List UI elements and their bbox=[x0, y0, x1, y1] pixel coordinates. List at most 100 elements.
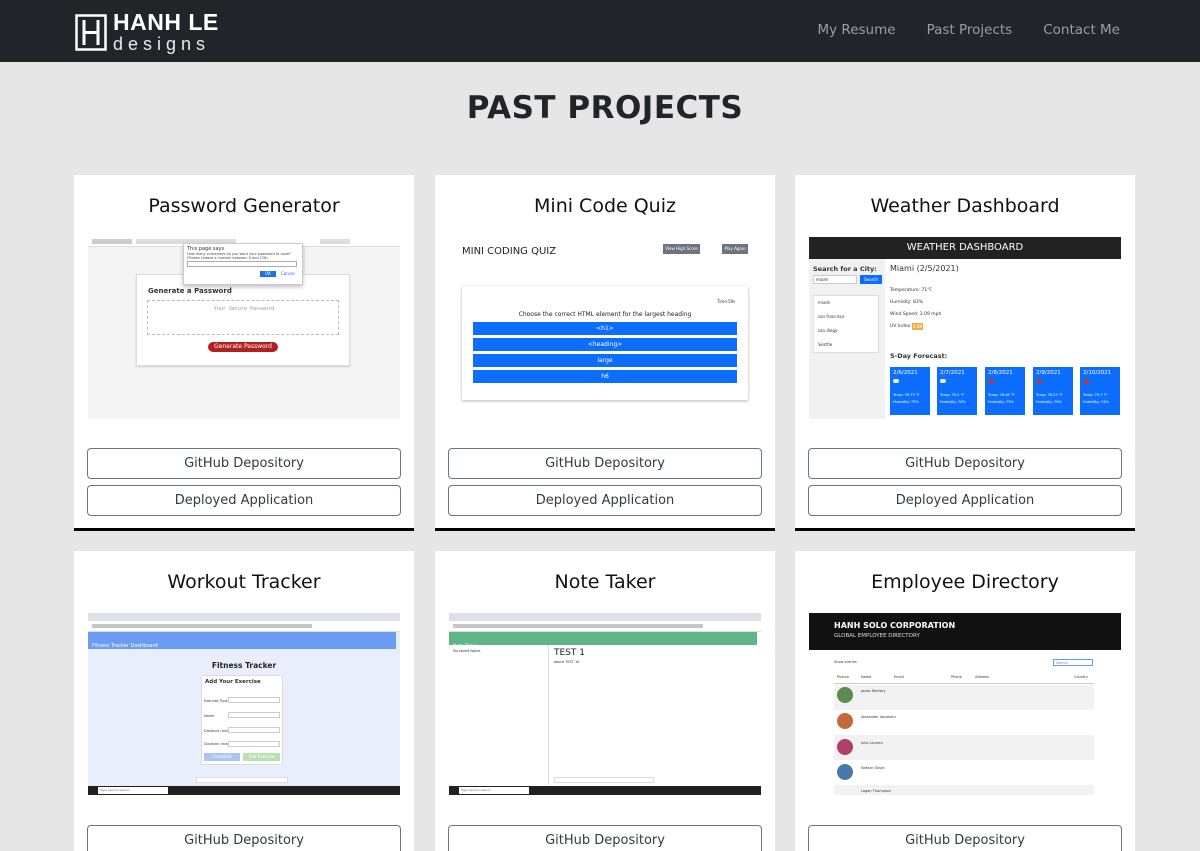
column-header: Email bbox=[894, 675, 904, 679]
forecast-card: 2/7/2021 Temp: 79.2 °F Humidity: 70% bbox=[937, 367, 977, 415]
project-card-mini-code-quiz: Mini Code Quiz MINI CODING QUIZ View Hig… bbox=[435, 175, 775, 531]
column-header: Name bbox=[861, 675, 872, 679]
app-bar: Fitness Tracker Dashboard bbox=[88, 632, 396, 649]
note-title: TEST 1 bbox=[554, 648, 585, 658]
current-humidity: Humidity: 83% bbox=[890, 300, 924, 305]
prompt-ok: OK bbox=[260, 271, 276, 277]
employee-name: Julia Laurent bbox=[861, 741, 883, 745]
field-label: Exercise Type bbox=[204, 699, 228, 703]
column-header: Country bbox=[1074, 675, 1088, 679]
project-screenshot: MINI CODING QUIZ View High Score Play Ag… bbox=[449, 237, 761, 419]
employee-name: Logan Thompson bbox=[861, 789, 892, 793]
nav-my-resume[interactable]: My Resume bbox=[818, 22, 896, 38]
project-card-workout-tracker: Workout Tracker Fitness Tracker Dashboar… bbox=[74, 551, 414, 851]
card-title: Mini Code Quiz bbox=[534, 195, 676, 217]
github-button[interactable]: GitHub Depository bbox=[87, 825, 401, 851]
card-title: Password Generator bbox=[148, 195, 340, 217]
city-item: Seattle bbox=[818, 342, 833, 347]
city-item: miami bbox=[818, 300, 831, 305]
project-screenshot: Fitness Tracker Dashboard Fitness Tracke… bbox=[88, 613, 400, 795]
quiz-heading: MINI CODING QUIZ bbox=[462, 246, 557, 257]
github-button[interactable]: GitHub Depository bbox=[448, 825, 762, 851]
column-header: Phone bbox=[951, 675, 962, 679]
uv-value: 4.88 bbox=[912, 323, 923, 330]
weather-banner: WEATHER DASHBOARD bbox=[809, 237, 1121, 259]
generate-password-button: Generate Password bbox=[208, 342, 278, 352]
table-row bbox=[834, 760, 1094, 785]
forecast-label: 5-Day Forecast: bbox=[890, 352, 948, 360]
password-placeholder: Your Secure Password bbox=[213, 306, 275, 312]
answer-2: <heading> bbox=[473, 338, 737, 351]
add-exercise-button: Add Exercise bbox=[243, 753, 280, 761]
project-card-weather-dashboard: Weather Dashboard WEATHER DASHBOARD Sear… bbox=[795, 175, 1135, 531]
employee-name: Alexander Abraham bbox=[861, 715, 896, 719]
current-uv: UV Index: bbox=[890, 324, 912, 329]
nav-contact-me[interactable]: Contact Me bbox=[1043, 22, 1120, 38]
note-body: about TEST 1K bbox=[554, 660, 580, 664]
taskbar-search: Type here to search bbox=[459, 787, 529, 794]
answer-4: h6 bbox=[473, 370, 737, 383]
company-name: HANH SOLO CORPORATION bbox=[834, 621, 956, 630]
project-screenshot: WEATHER DASHBOARD Search for a City: mia… bbox=[809, 237, 1121, 419]
avatar bbox=[837, 713, 853, 729]
field-label: Name bbox=[204, 714, 215, 718]
show-entries: Show entries bbox=[834, 660, 857, 664]
project-screenshot: Note Taker No saved Notes TEST 1 about T… bbox=[449, 613, 761, 795]
employee-name: Nathan Singh bbox=[861, 766, 885, 770]
notes-sidebar: No saved Notes bbox=[453, 649, 481, 653]
card-title: Note Taker bbox=[554, 571, 656, 593]
view-high-score: View High Score bbox=[663, 244, 700, 254]
brand-subtitle: designs bbox=[113, 34, 211, 54]
city-item: san francisco bbox=[818, 314, 845, 319]
card-title: Workout Tracker bbox=[167, 571, 321, 593]
avatar bbox=[837, 764, 853, 780]
github-button[interactable]: GitHub Depository bbox=[808, 825, 1122, 851]
avatar bbox=[837, 739, 853, 755]
github-button[interactable]: GitHub Depository bbox=[87, 448, 401, 479]
play-again: Play Again bbox=[722, 244, 748, 254]
form-title: Add Your Exercise bbox=[205, 679, 261, 685]
project-screenshot: Generate a Password Your Secure Password… bbox=[88, 237, 400, 419]
nav-links: My Resume Past Projects Contact Me bbox=[818, 22, 1121, 38]
column-header: Picture bbox=[837, 675, 850, 679]
brand-logo[interactable]: HANH LE designs bbox=[75, 11, 219, 53]
deployed-application-button[interactable]: Deployed Application bbox=[87, 485, 401, 516]
prompt-cancel: Cancel bbox=[281, 271, 295, 276]
directory-search: Search bbox=[1053, 659, 1093, 666]
table-row bbox=[834, 710, 1094, 735]
app-bar: Note Taker bbox=[449, 632, 757, 649]
logo-icon bbox=[75, 13, 107, 51]
fitness-heading: Fitness Tracker bbox=[211, 661, 277, 670]
company-subtitle: GLOBAL EMPLOYEE DIRECTORY bbox=[834, 633, 920, 639]
current-city: Miami (2/5/2021) bbox=[890, 264, 959, 273]
forecast-card: 2/9/2021 Temp: 76.23 °F Humidity: 79% bbox=[1033, 367, 1073, 415]
deployed-application-button[interactable]: Deployed Application bbox=[808, 485, 1122, 516]
project-screenshot: HANH SOLO CORPORATION GLOBAL EMPLOYEE DI… bbox=[809, 613, 1121, 795]
project-card-employee-directory: Employee Directory HANH SOLO CORPORATION… bbox=[795, 551, 1135, 851]
search-field: miami bbox=[813, 275, 857, 284]
search-label: Search for a City: bbox=[813, 265, 877, 273]
card-title: Weather Dashboard bbox=[870, 195, 1060, 217]
complete-button: Complete bbox=[204, 753, 240, 761]
brand-name: HANH LE bbox=[113, 9, 219, 35]
answer-3: large bbox=[473, 354, 737, 367]
nav-past-projects[interactable]: Past Projects bbox=[927, 22, 1013, 38]
page-title: PAST PROJECTS bbox=[466, 90, 744, 126]
table-row bbox=[834, 735, 1094, 760]
column-header: Address bbox=[975, 675, 989, 679]
prompt-text: How many characters do you want your pas… bbox=[187, 252, 291, 260]
deployed-application-button[interactable]: Deployed Application bbox=[448, 485, 762, 516]
taskbar-search: Type here to search bbox=[98, 787, 168, 794]
project-card-password-generator: Password Generator Generate a Password Y… bbox=[74, 175, 414, 531]
employee-name: Jacob Ramsey bbox=[861, 689, 886, 693]
quiz-timer: Time:59s bbox=[717, 299, 736, 304]
github-button[interactable]: GitHub Depository bbox=[808, 448, 1122, 479]
generator-heading: Generate a Password bbox=[148, 287, 232, 295]
forecast-card: 2/8/2021 Temp: 76.46 °F Humidity: 73% bbox=[985, 367, 1025, 415]
quiz-question: Choose the correct HTML element for the … bbox=[518, 311, 692, 318]
forecast-card: 2/6/2021 Temp: 76.73 °F Humidity: 75% bbox=[890, 367, 930, 415]
current-wind: Wind Speed: 3.09 mph bbox=[890, 312, 942, 317]
city-item: san diego bbox=[818, 328, 838, 333]
github-button[interactable]: GitHub Depository bbox=[448, 448, 762, 479]
directory-banner bbox=[809, 613, 1121, 650]
